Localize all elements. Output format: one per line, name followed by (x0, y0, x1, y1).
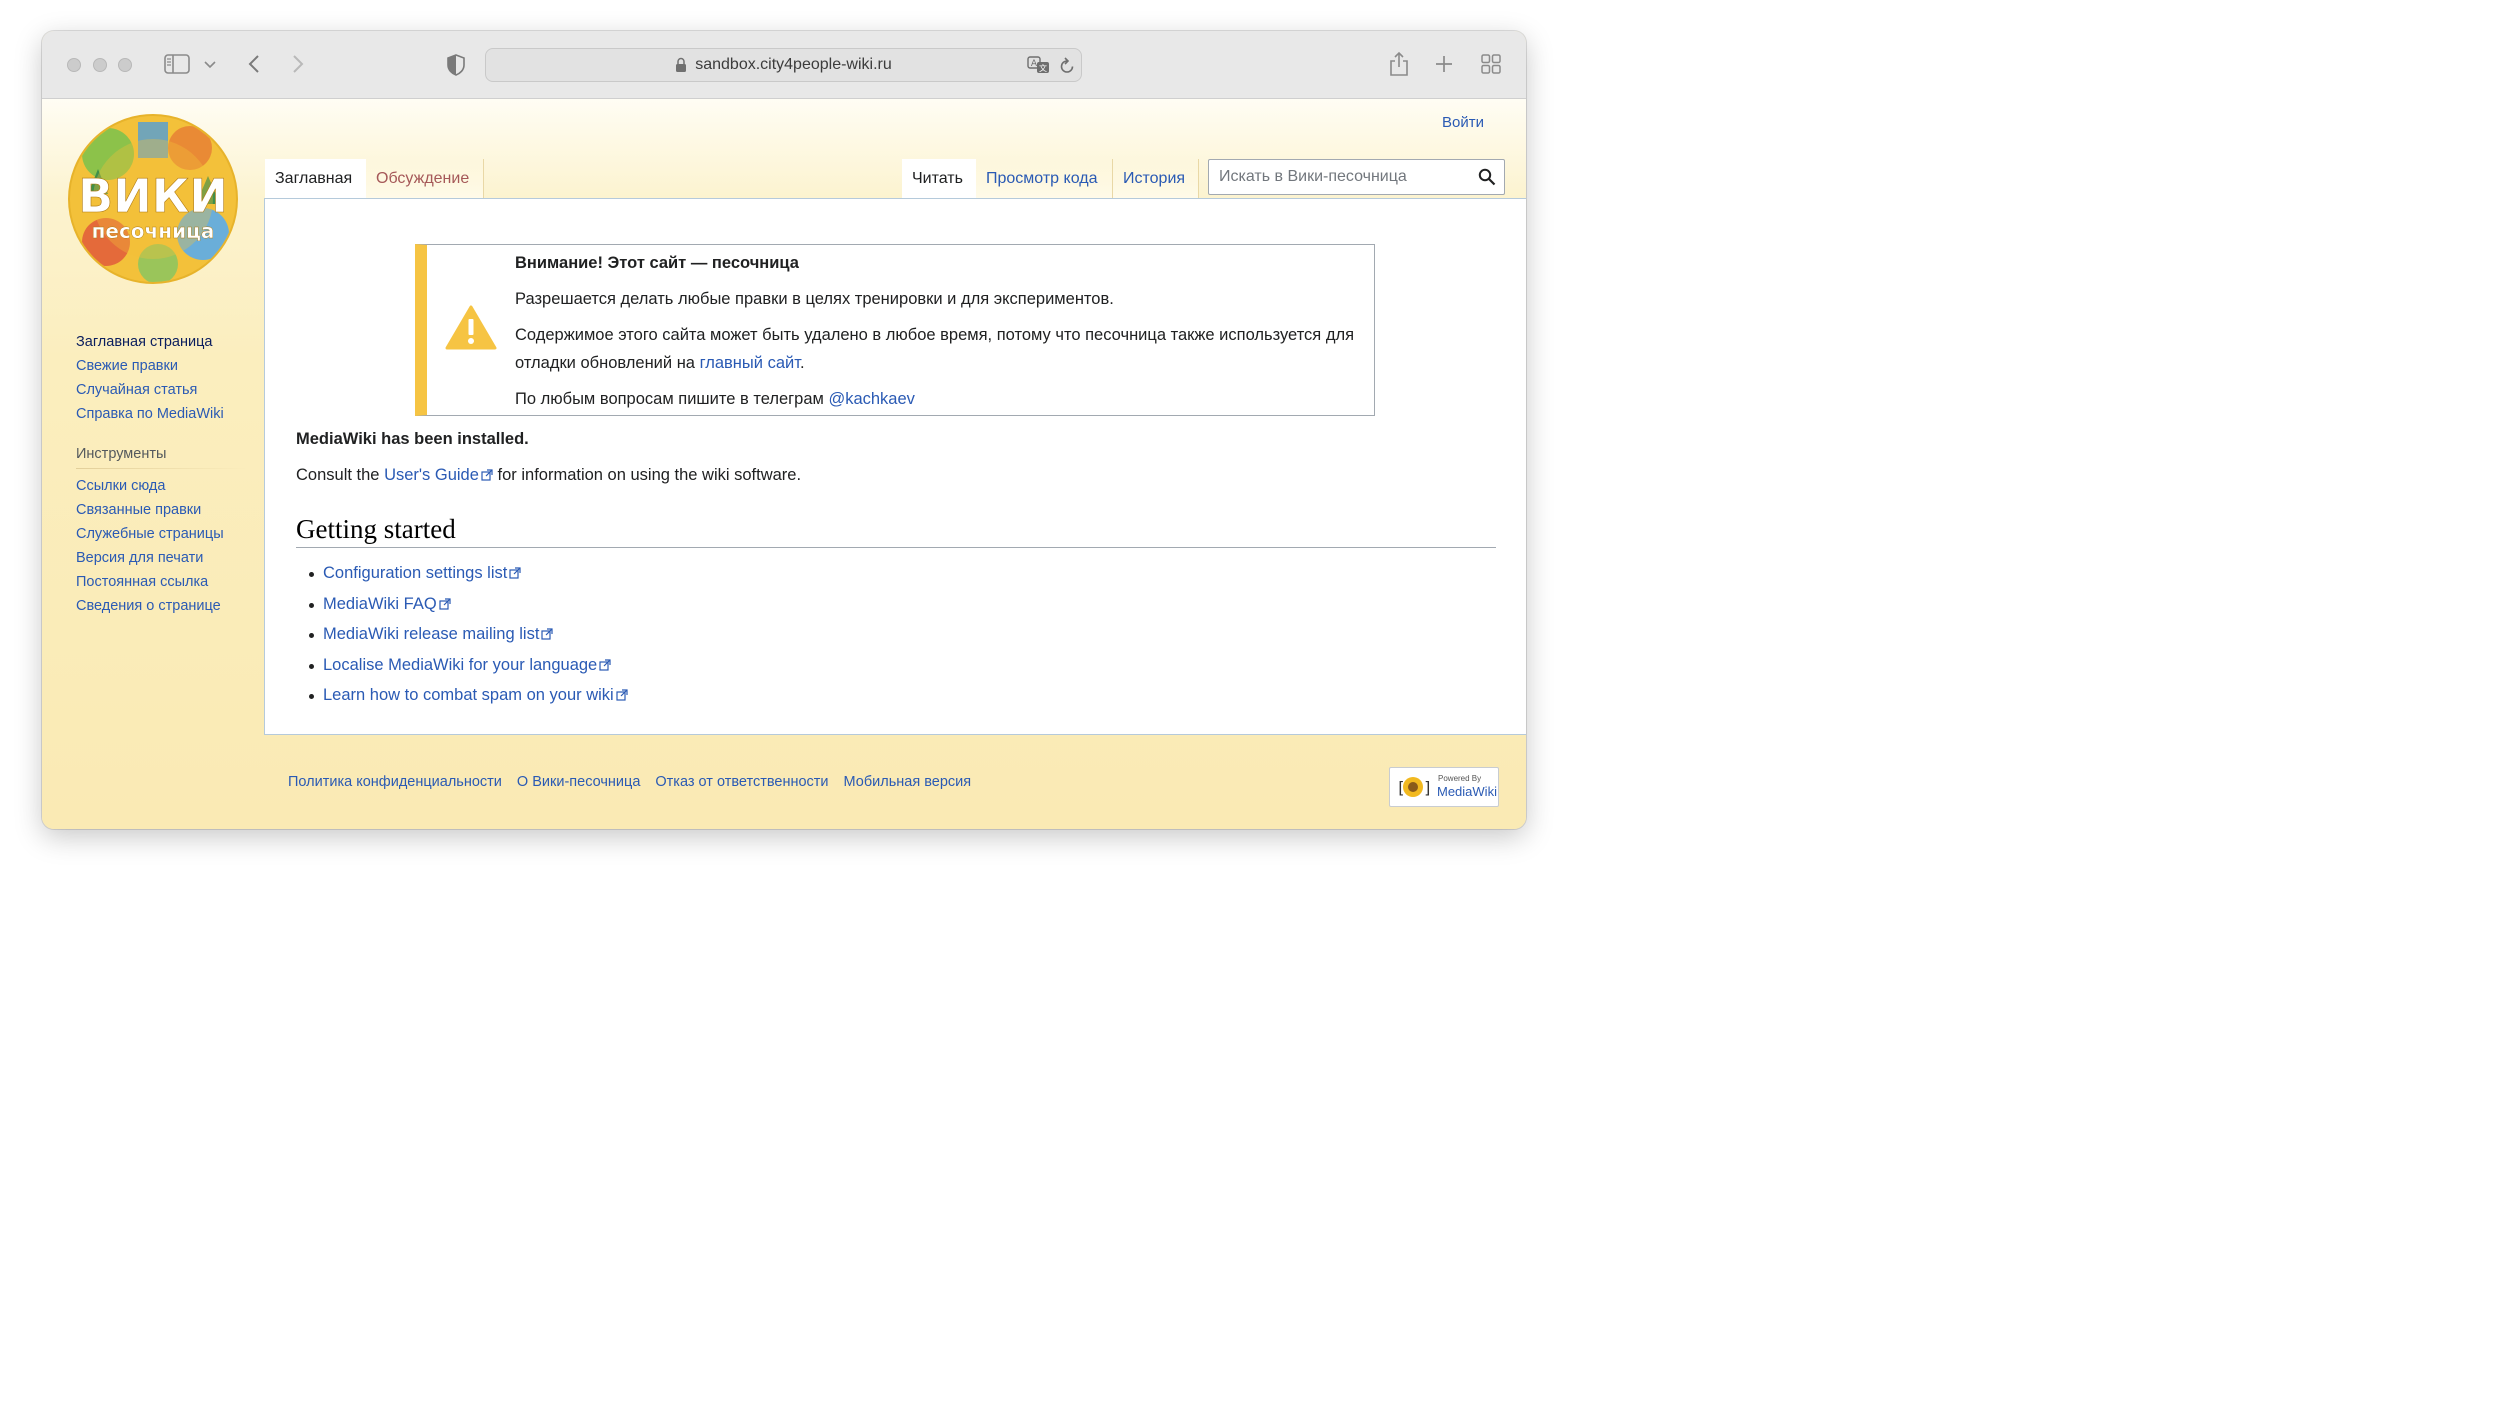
share-icon[interactable] (1388, 50, 1410, 78)
faq-link[interactable]: MediaWiki FAQ (323, 595, 451, 613)
external-link-icon (481, 467, 493, 486)
notice-line-3: По любым вопросам пишите в телеграм @kac… (515, 390, 915, 408)
mailing-list-link[interactable]: MediaWiki release mailing list (323, 625, 554, 643)
combat-spam-link[interactable]: Learn how to combat spam on your wiki (323, 686, 628, 704)
content-area: Внимание! Этот сайт — песочница Разрешае… (264, 198, 1526, 735)
sidebar-item-recent-changes[interactable]: Свежие правки (76, 354, 246, 378)
address-bar[interactable]: sandbox.city4people-wiki.ru A文 (485, 48, 1082, 82)
tab-overview-icon[interactable] (1480, 53, 1502, 75)
consult-text: Consult the User's Guide for information… (296, 466, 802, 484)
reload-icon[interactable] (1059, 57, 1075, 80)
telegram-link[interactable]: @kachkaev (828, 390, 914, 408)
external-link-icon (439, 591, 451, 621)
warning-icon (445, 305, 497, 356)
sidebar-tools-heading: Инструменты (76, 446, 246, 469)
svg-text:A: A (1031, 59, 1038, 69)
powered-by-mediawiki-badge[interactable]: [ ] Powered By MediaWiki (1389, 767, 1499, 807)
footer-disclaimer-link[interactable]: Отказ от ответственности (655, 774, 828, 790)
tab-read[interactable]: Читать (902, 159, 976, 199)
main-site-link[interactable]: главный сайт (700, 354, 800, 372)
lock-icon (675, 57, 687, 73)
translate-icon[interactable]: A文 (1027, 56, 1051, 79)
tab-history[interactable]: История (1113, 159, 1199, 199)
tab-main-page[interactable]: Заглавная (265, 159, 366, 199)
search-input[interactable] (1217, 167, 1471, 187)
sidebar: Заглавная страница Свежие правки Случайн… (76, 330, 246, 618)
site-logo[interactable]: ВИКИ песочница (68, 114, 238, 284)
external-link-icon (509, 560, 521, 590)
minimize-window-button[interactable] (93, 58, 107, 72)
list-item: MediaWiki release mailing list (309, 620, 628, 651)
external-link-icon (599, 652, 611, 682)
list-item: Configuration settings list (309, 559, 628, 590)
plus-icon[interactable] (1434, 54, 1454, 74)
browser-window: sandbox.city4people-wiki.ru A文 ВИКИ песо… (42, 31, 1526, 829)
chevron-down-icon[interactable] (203, 59, 217, 71)
logo-title: ВИКИ (78, 169, 228, 223)
sidebar-item-help[interactable]: Справка по MediaWiki (76, 402, 246, 426)
sidebar-item-printable-version[interactable]: Версия для печати (76, 546, 246, 570)
sandbox-notice: Внимание! Этот сайт — песочница Разрешае… (415, 244, 1375, 416)
sidebar-item-special-pages[interactable]: Служебные страницы (76, 522, 246, 546)
localise-link[interactable]: Localise MediaWiki for your language (323, 656, 611, 674)
shield-icon[interactable] (445, 53, 467, 77)
config-settings-link[interactable]: Configuration settings list (323, 564, 521, 582)
notice-title: Внимание! Этот сайт — песочница (515, 254, 799, 272)
external-link-icon (616, 682, 628, 712)
search-icon[interactable] (1478, 168, 1496, 191)
sidebar-item-main-page[interactable]: Заглавная страница (76, 330, 246, 354)
notice-line-1: Разрешается делать любые правки в целях … (515, 290, 1114, 308)
logo-subtitle: песочница (92, 219, 215, 243)
getting-started-list: Configuration settings list MediaWiki FA… (309, 559, 628, 712)
sidebar-icon[interactable] (164, 53, 190, 75)
browser-toolbar: sandbox.city4people-wiki.ru A文 (42, 31, 1526, 99)
mediawiki-label: MediaWiki (1437, 784, 1497, 799)
svg-text:]: ] (1423, 778, 1430, 797)
login-link[interactable]: Войти (1442, 114, 1484, 131)
section-heading: Getting started (296, 514, 1496, 548)
installed-message: MediaWiki has been installed. (296, 430, 529, 448)
footer-privacy-link[interactable]: Политика конфиденциальности (288, 774, 502, 790)
powered-by-label: Powered By (1438, 774, 1482, 783)
back-icon[interactable] (245, 53, 263, 75)
external-link-icon (541, 621, 554, 651)
forward-icon[interactable] (289, 53, 307, 75)
list-item: Localise MediaWiki for your language (309, 651, 628, 682)
footer-mobile-link[interactable]: Мобильная версия (844, 774, 972, 790)
sidebar-item-permanent-link[interactable]: Постоянная ссылка (76, 570, 246, 594)
footer-links: Политика конфиденциальности О Вики-песоч… (288, 774, 971, 790)
sidebar-item-page-info[interactable]: Сведения о странице (76, 594, 246, 618)
zoom-window-button[interactable] (118, 58, 132, 72)
search-box (1208, 159, 1505, 195)
sidebar-item-related-changes[interactable]: Связанные правки (76, 498, 246, 522)
tab-view-source[interactable]: Просмотр кода (976, 159, 1113, 199)
wiki-page: ВИКИ песочница Войти Заглавная Обсуждени… (42, 99, 1526, 829)
list-item: Learn how to combat spam on your wiki (309, 681, 628, 712)
mediawiki-sunflower-icon: [ ] (1396, 774, 1433, 805)
svg-text:文: 文 (1039, 63, 1047, 73)
notice-line-2: Содержимое этого сайта может быть удален… (515, 326, 1355, 372)
list-item: MediaWiki FAQ (309, 590, 628, 621)
tab-discussion[interactable]: Обсуждение (366, 159, 484, 199)
users-guide-link[interactable]: User's Guide (384, 466, 493, 484)
close-window-button[interactable] (67, 58, 81, 72)
sidebar-item-what-links-here[interactable]: Ссылки сюда (76, 474, 246, 498)
sidebar-item-random-article[interactable]: Случайная статья (76, 378, 246, 402)
footer-about-link[interactable]: О Вики-песочница (517, 774, 640, 790)
url-text: sandbox.city4people-wiki.ru (695, 56, 892, 73)
